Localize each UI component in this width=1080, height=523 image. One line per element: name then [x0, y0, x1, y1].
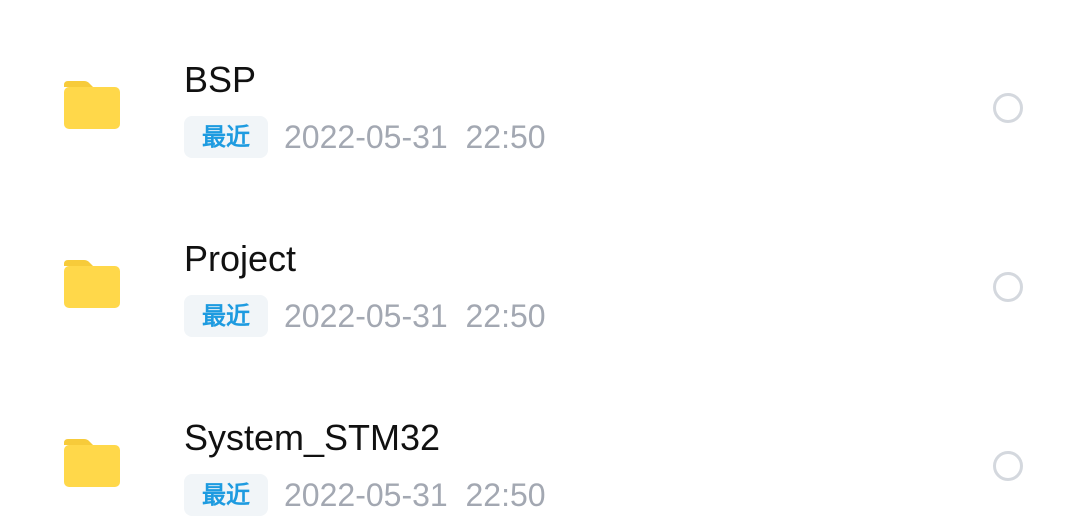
modified-time: 2022-05-31 22:50	[284, 477, 546, 513]
select-radio[interactable]	[993, 93, 1023, 123]
modified-time: 2022-05-31 22:50	[284, 298, 546, 334]
select-radio[interactable]	[993, 272, 1023, 302]
folder-icon	[64, 81, 120, 129]
file-name: Project	[184, 238, 297, 279]
folder-icon	[64, 260, 120, 308]
file-name: System_STM32	[184, 417, 441, 458]
folder-icon	[64, 439, 120, 487]
modified-time: 2022-05-31 22:50	[284, 119, 546, 155]
recent-badge: 最近	[184, 474, 268, 516]
file-list: BSP 最近 2022-05-31 22:50 Project 最近 2022-…	[0, 0, 1080, 523]
file-row-project[interactable]: Project 最近 2022-05-31 22:50	[0, 199, 1080, 339]
select-radio[interactable]	[993, 451, 1023, 481]
recent-badge: 最近	[184, 116, 268, 158]
file-row-system-stm32[interactable]: System_STM32 最近 2022-05-31 22:50	[0, 378, 1080, 518]
file-row-bsp[interactable]: BSP 最近 2022-05-31 22:50	[0, 20, 1080, 160]
file-name: BSP	[184, 59, 257, 100]
recent-badge: 最近	[184, 295, 268, 337]
